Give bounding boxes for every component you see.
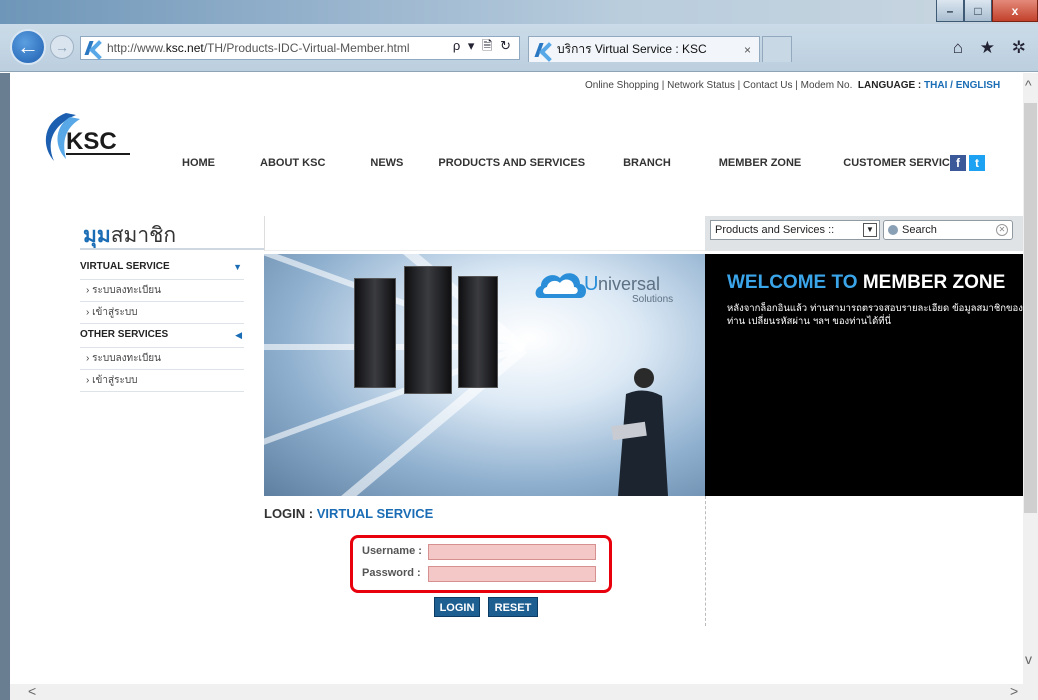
tab-favicon-icon — [535, 42, 553, 58]
url-text[interactable]: http://www.ksc.net/TH/Products-IDC-Virtu… — [107, 41, 453, 55]
nav-branch[interactable]: BRANCH — [623, 157, 671, 169]
forward-arrow-icon: → — [55, 39, 69, 55]
universal-solutions-logo: U niversal Solutions — [535, 273, 673, 305]
svg-text:U: U — [584, 273, 598, 295]
category-select[interactable]: Products and Services :: ▼ — [710, 220, 880, 240]
businessman-image — [611, 368, 668, 496]
window-titlebar: – □ x — [0, 0, 1038, 24]
content-header — [264, 216, 705, 251]
back-arrow-icon: ← — [17, 34, 39, 59]
nav-member-zone[interactable]: MEMBER ZONE — [719, 157, 802, 169]
divider — [705, 496, 706, 626]
caret-left-icon: ◀ — [235, 330, 242, 340]
svg-text:Solutions: Solutions — [632, 294, 673, 305]
clear-icon[interactable]: ✕ — [996, 224, 1008, 236]
sidebar-item-login-other[interactable]: › เข้าสู่ระบบ — [80, 370, 244, 392]
svg-text:niversal: niversal — [598, 274, 660, 294]
hero-banner: U niversal Solutions — [264, 254, 705, 496]
minimize-button[interactable]: – — [936, 0, 964, 22]
divider — [80, 248, 265, 250]
horizontal-scrollbar[interactable]: < > — [10, 683, 1038, 700]
main-nav: HOME ABOUT KSC NEWS PRODUCTS AND SERVICE… — [182, 157, 957, 169]
tab-close-icon[interactable]: × — [744, 43, 751, 57]
reset-button[interactable]: RESET — [488, 597, 538, 617]
scroll-down-icon[interactable]: v — [1025, 651, 1032, 667]
chevron-down-icon[interactable]: ▼ — [863, 223, 877, 237]
login-title: LOGIN : VIRTUAL SERVICE — [264, 506, 434, 521]
server-image — [354, 278, 396, 388]
english-link[interactable]: ENGLISH — [956, 80, 1000, 91]
nav-home[interactable]: HOME — [182, 157, 215, 169]
scroll-thumb[interactable] — [1024, 103, 1037, 513]
caret-down-icon: ▼ — [233, 262, 242, 272]
nav-news[interactable]: NEWS — [370, 157, 403, 169]
new-tab-button[interactable] — [762, 36, 792, 62]
twitter-icon[interactable]: t — [969, 155, 985, 171]
scroll-up-icon[interactable]: ^ — [1025, 77, 1032, 93]
login-button[interactable]: LOGIN — [434, 597, 480, 617]
top-links[interactable]: Online Shopping | Network Status | Conta… — [585, 80, 1000, 91]
sidebar-section-virtual-service[interactable]: VIRTUAL SERVICE ▼ — [80, 256, 244, 280]
password-label: Password : — [362, 567, 421, 579]
server-image — [458, 276, 498, 388]
welcome-heading: WELCOME TO MEMBER ZONE — [727, 272, 1006, 293]
vertical-scrollbar[interactable]: ^ v — [1023, 73, 1038, 684]
server-image — [404, 266, 452, 394]
home-favorites-settings-icon[interactable]: ⌂ ★ ✲ — [953, 38, 1032, 58]
welcome-text: หลังจากล็อกอินแล้ว ท่านสามารถตรวจสอบรายล… — [727, 303, 1023, 327]
nav-customer-service[interactable]: CUSTOMER SERVICE — [843, 157, 957, 169]
sidebar-menu: VIRTUAL SERVICE ▼ › ระบบลงทะเบียน › เข้าส… — [80, 256, 244, 392]
password-field[interactable] — [428, 566, 596, 582]
thai-link[interactable]: THAI — [924, 80, 947, 91]
facebook-icon[interactable]: f — [950, 155, 966, 171]
search-icon — [888, 225, 898, 235]
sidebar-item-login[interactable]: › เข้าสู่ระบบ — [80, 302, 244, 324]
sidebar-section-other-services[interactable]: OTHER SERVICES ◀ — [80, 324, 244, 348]
window-controls: – □ x — [936, 0, 1038, 22]
page-viewport: Online Shopping | Network Status | Conta… — [10, 73, 1023, 684]
scroll-left-icon[interactable]: < — [28, 683, 36, 699]
close-window-button[interactable]: x — [992, 0, 1038, 22]
window-frame-left — [0, 73, 10, 700]
sidebar-item-register-other[interactable]: › ระบบลงทะเบียน — [80, 348, 244, 370]
nav-products-and-services[interactable]: PRODUCTS AND SERVICES — [438, 157, 585, 169]
svg-text:KSC: KSC — [66, 128, 117, 155]
back-button[interactable]: ← — [10, 29, 46, 65]
tab-title: บริการ Virtual Service : KSC — [557, 42, 707, 56]
search-bar: Products and Services :: ▼ Search ✕ — [705, 216, 1023, 251]
nav-about-ksc[interactable]: ABOUT KSC — [260, 157, 325, 169]
ksc-logo[interactable]: KSC — [36, 109, 146, 167]
username-field[interactable] — [428, 544, 596, 560]
browser-tab[interactable]: บริการ Virtual Service : KSC × — [528, 36, 760, 62]
address-bar[interactable]: http://www.ksc.net/TH/Products-IDC-Virtu… — [80, 36, 520, 60]
social-links: f t — [950, 155, 985, 171]
welcome-panel: WELCOME TO MEMBER ZONE หลังจากล็อกอินแล้… — [705, 254, 1023, 496]
address-bar-actions-icon[interactable]: ρ ▾ 🗎 ↻ — [453, 37, 513, 59]
sidebar-item-register[interactable]: › ระบบลงทะเบียน — [80, 280, 244, 302]
username-label: Username : — [362, 545, 422, 557]
scroll-right-icon[interactable]: > — [1010, 683, 1018, 699]
site-favicon-icon — [85, 40, 103, 56]
search-input[interactable]: Search ✕ — [883, 220, 1013, 240]
browser-toolbar: ← → http://www.ksc.net/TH/Products-IDC-V… — [0, 24, 1038, 72]
forward-button[interactable]: → — [50, 35, 74, 59]
maximize-button[interactable]: □ — [964, 0, 992, 22]
